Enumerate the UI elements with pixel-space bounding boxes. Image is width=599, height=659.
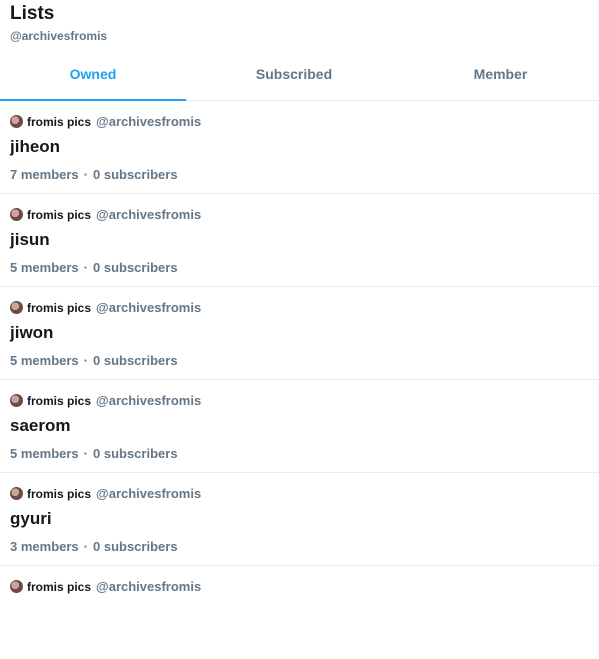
- tab-bar: Owned Subscribed Member: [0, 48, 599, 101]
- avatar: [10, 580, 23, 593]
- list-item[interactable]: fromis pics @archivesfromis jiwon 5 memb…: [0, 287, 599, 380]
- list-owner: fromis pics @archivesfromis: [10, 300, 201, 315]
- meta-separator: ·: [83, 539, 88, 554]
- list-meta: 5 members · 0 subscribers: [10, 260, 178, 275]
- tab-owned[interactable]: Owned: [0, 48, 186, 101]
- tab-subscribed[interactable]: Subscribed: [186, 48, 402, 100]
- avatar: [10, 115, 23, 128]
- owner-handle: @archivesfromis: [96, 579, 202, 594]
- owner-handle: @archivesfromis: [96, 114, 202, 129]
- meta-separator: ·: [83, 353, 88, 368]
- owner-handle: @archivesfromis: [96, 393, 202, 408]
- owner-handle: @archivesfromis: [96, 300, 202, 315]
- owner-name: fromis pics: [27, 393, 92, 408]
- list-name: jiwon: [10, 323, 54, 342]
- meta-separator: ·: [83, 260, 88, 275]
- subscribers-count: 0 subscribers: [93, 446, 178, 461]
- avatar: [10, 301, 23, 314]
- members-count: 7 members: [10, 167, 79, 182]
- list-name: saerom: [10, 416, 71, 435]
- list-owner: fromis pics @archivesfromis: [10, 393, 201, 408]
- owner-name: fromis pics: [27, 300, 92, 315]
- list-item[interactable]: fromis pics @archivesfromis saerom 5 mem…: [0, 380, 599, 473]
- list-item[interactable]: fromis pics @archivesfromis: [0, 566, 599, 659]
- subscribers-count: 0 subscribers: [93, 539, 178, 554]
- members-count: 3 members: [10, 539, 79, 554]
- owner-handle: @archivesfromis: [96, 207, 202, 222]
- meta-separator: ·: [83, 446, 88, 461]
- tab-member[interactable]: Member: [402, 48, 599, 100]
- members-count: 5 members: [10, 260, 79, 275]
- list-name: jisun: [10, 230, 50, 249]
- members-count: 5 members: [10, 446, 79, 461]
- page-title: Lists: [10, 3, 55, 24]
- list-owner: fromis pics @archivesfromis: [10, 486, 201, 501]
- meta-separator: ·: [83, 167, 88, 182]
- owner-name: fromis pics: [27, 114, 92, 129]
- list-item[interactable]: fromis pics @archivesfromis jisun 5 memb…: [0, 194, 599, 287]
- list-meta: 5 members · 0 subscribers: [10, 446, 178, 461]
- list-meta: 3 members · 0 subscribers: [10, 539, 178, 554]
- list-item[interactable]: fromis pics @archivesfromis gyuri 3 memb…: [0, 473, 599, 566]
- list-name: jiheon: [10, 137, 61, 156]
- page-header: Lists @archivesfromis: [10, 3, 107, 43]
- owner-name: fromis pics: [27, 207, 92, 222]
- list-owner: fromis pics @archivesfromis: [10, 207, 201, 222]
- avatar: [10, 208, 23, 221]
- list-name: gyuri: [10, 509, 52, 528]
- subscribers-count: 0 subscribers: [93, 167, 178, 182]
- list-owner: fromis pics @archivesfromis: [10, 579, 201, 594]
- owner-handle: @archivesfromis: [96, 486, 202, 501]
- list-item[interactable]: fromis pics @archivesfromis jiheon 7 mem…: [0, 101, 599, 194]
- members-count: 5 members: [10, 353, 79, 368]
- subscribers-count: 0 subscribers: [93, 353, 178, 368]
- owner-name: fromis pics: [27, 579, 92, 594]
- list-meta: 5 members · 0 subscribers: [10, 353, 178, 368]
- avatar: [10, 394, 23, 407]
- owner-name: fromis pics: [27, 486, 92, 501]
- list-meta: 7 members · 0 subscribers: [10, 167, 178, 182]
- list-owner: fromis pics @archivesfromis: [10, 114, 201, 129]
- subscribers-count: 0 subscribers: [93, 260, 178, 275]
- avatar: [10, 487, 23, 500]
- lists-list: fromis pics @archivesfromis jiheon 7 mem…: [0, 101, 599, 659]
- page-handle: @archivesfromis: [10, 29, 108, 43]
